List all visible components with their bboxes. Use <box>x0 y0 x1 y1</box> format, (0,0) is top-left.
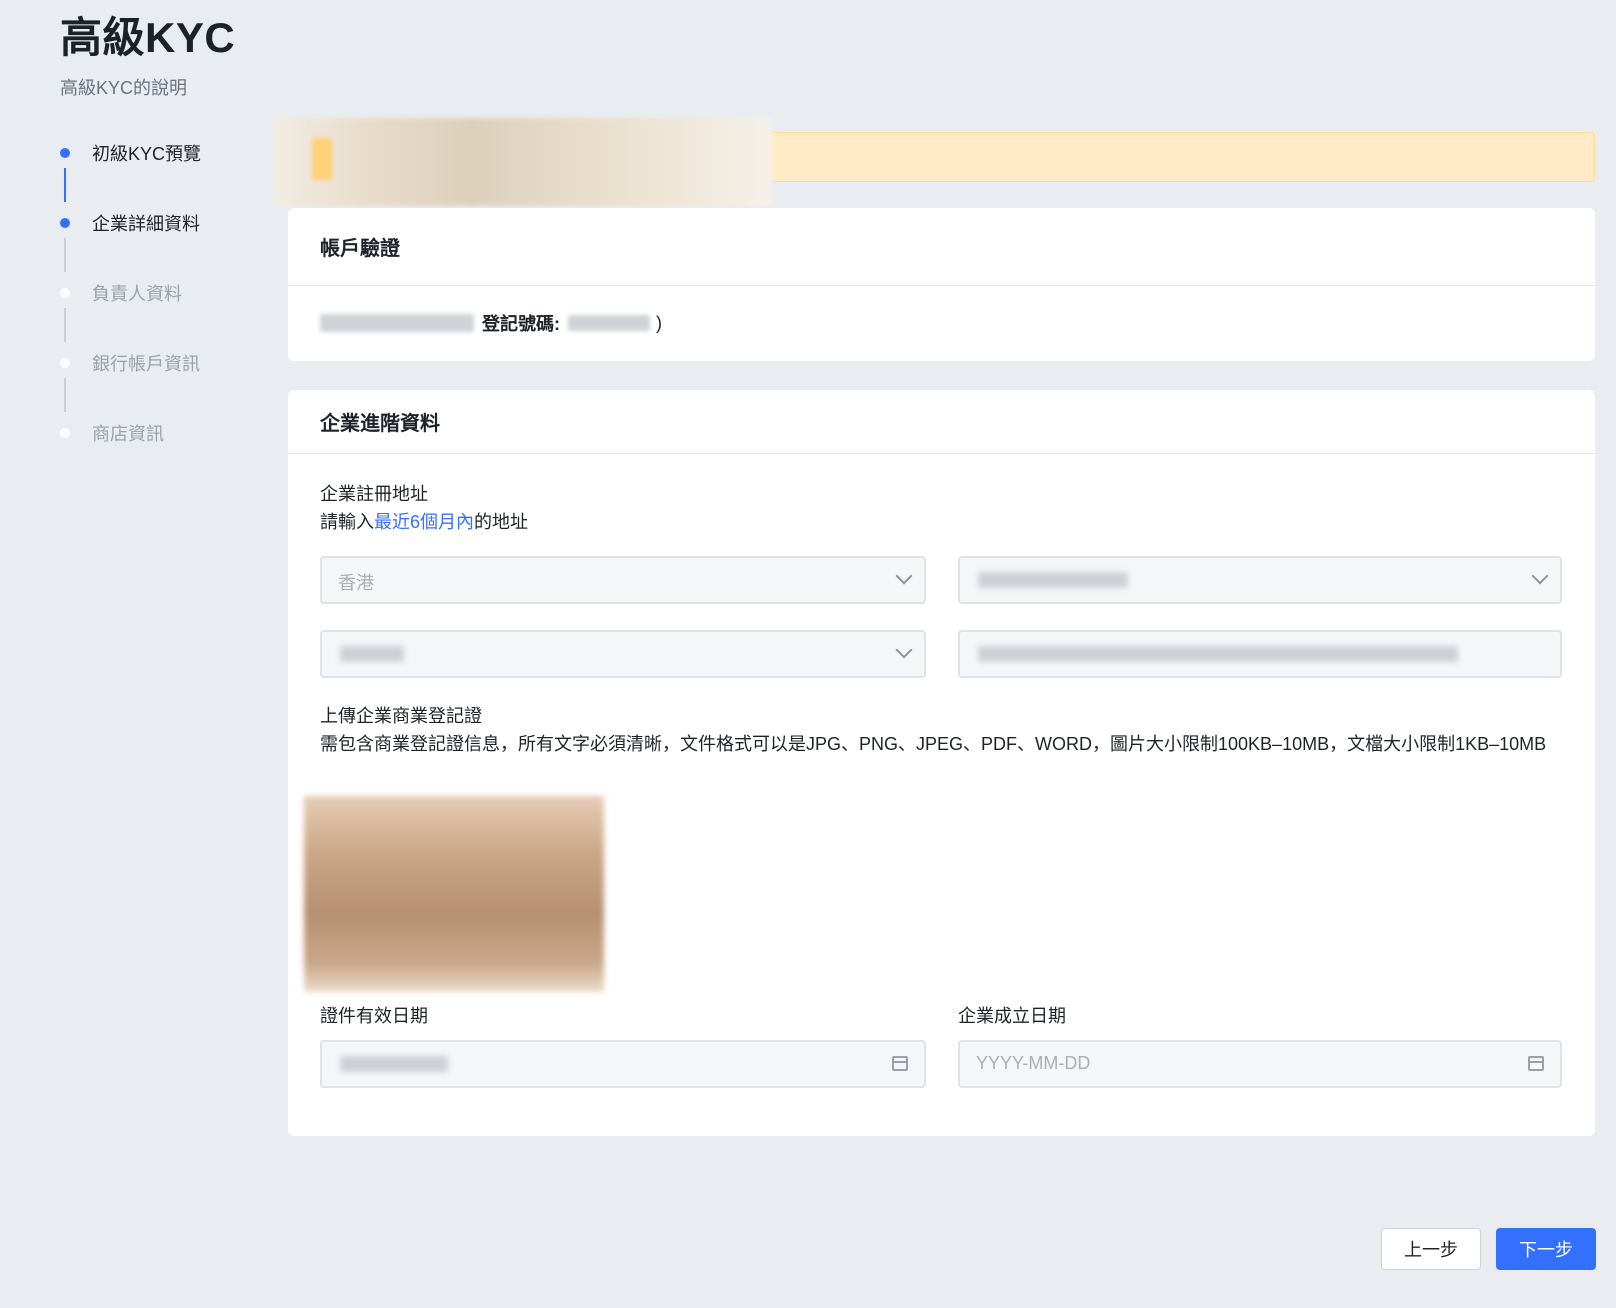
address-hint-suffix: 的地址 <box>474 512 529 532</box>
address-hint-prefix: 請輸入 <box>320 512 374 532</box>
redacted-region <box>978 572 1128 588</box>
step-dot <box>60 428 70 438</box>
step-dot <box>60 358 70 368</box>
step-bank-account[interactable]: 銀行帳戶資訊 <box>50 342 280 412</box>
next-step-button[interactable]: 下一步 <box>1496 1228 1596 1270</box>
previous-step-button[interactable]: 上一步 <box>1381 1228 1481 1270</box>
address-section: 企業註冊地址 請輸入最近6個月內的地址 <box>320 480 528 536</box>
redacted-company-name <box>320 314 474 332</box>
step-basic-kyc-preview[interactable]: 初級KYC預覽 <box>50 132 280 202</box>
upload-hint: 需包含商業登記證信息，所有文字必須清晰，文件格式可以是JPG、PNG、JPEG、… <box>320 734 1547 754</box>
step-label: 商店資訊 <box>92 424 164 444</box>
account-card-title: 帳戶驗證 <box>288 208 1595 286</box>
step-label: 初級KYC預覽 <box>92 144 202 164</box>
district-select[interactable] <box>320 630 926 678</box>
registration-number-label: 登記號碼: <box>482 314 560 334</box>
step-connector <box>64 378 66 412</box>
account-verification-card: 帳戶驗證 登記號碼: ) <box>288 208 1595 361</box>
account-info-row: 登記號碼: ) <box>320 286 1563 360</box>
notice-redacted-text <box>272 118 772 206</box>
cert-expiry-label: 證件有效日期 <box>320 1006 428 1026</box>
address-title: 企業註冊地址 <box>320 484 428 504</box>
address-hint: 請輸入最近6個月內的地址 <box>320 508 528 536</box>
country-select[interactable]: 香港 <box>320 556 926 604</box>
step-label: 負責人資料 <box>92 284 182 304</box>
step-connector <box>64 168 66 202</box>
founding-date-label: 企業成立日期 <box>958 1006 1066 1026</box>
page-title: 高級KYC <box>60 14 236 61</box>
redacted-expiry-date <box>340 1056 448 1072</box>
upload-section: 上傳企業商業登記證 需包含商業登記證信息，所有文字必須清晰，文件格式可以是JPG… <box>320 702 1560 758</box>
step-label: 銀行帳戶資訊 <box>92 354 200 374</box>
step-dot <box>60 288 70 298</box>
step-responsible-person[interactable]: 負責人資料 <box>50 272 280 342</box>
step-label: 企業詳細資料 <box>92 214 200 234</box>
calendar-icon <box>1528 1056 1544 1071</box>
step-dot <box>60 218 70 228</box>
region-select[interactable] <box>958 556 1562 604</box>
step-store-info[interactable]: 商店資訊 <box>50 412 280 482</box>
redacted-registration-number <box>568 315 650 331</box>
step-dot <box>60 148 70 158</box>
step-connector <box>64 308 66 342</box>
redacted-district <box>340 646 404 662</box>
chevron-down-icon <box>895 567 913 585</box>
uploaded-certificate-thumbnail[interactable] <box>304 796 604 992</box>
country-value: 香港 <box>338 573 374 593</box>
calendar-icon <box>892 1056 908 1071</box>
close-paren: ) <box>656 312 662 333</box>
redacted-street-address <box>978 646 1458 662</box>
step-company-details[interactable]: 企業詳細資料 <box>50 202 280 272</box>
company-card-title: 企業進階資料 <box>288 390 1595 454</box>
step-connector <box>64 238 66 272</box>
upload-title: 上傳企業商業登記證 <box>320 706 482 726</box>
cert-expiry-date-picker[interactable] <box>320 1040 926 1088</box>
kyc-stepper: 初級KYC預覽 企業詳細資料 負責人資料 銀行帳戶資訊 商店資訊 <box>50 132 280 482</box>
street-address-input[interactable] <box>958 630 1562 678</box>
address-hint-link: 最近6個月內 <box>374 512 475 532</box>
page-subtitle: 高級KYC的說明 <box>60 78 188 98</box>
chevron-down-icon <box>895 641 913 659</box>
chevron-down-icon <box>1531 567 1549 585</box>
advanced-company-info-card: 企業進階資料 企業註冊地址 請輸入最近6個月內的地址 香港 上傳企業商業登記證 … <box>288 390 1595 1136</box>
founding-date-placeholder: YYYY-MM-DD <box>976 1053 1091 1073</box>
notice-icon <box>312 138 332 180</box>
founding-date-picker[interactable]: YYYY-MM-DD <box>958 1040 1562 1088</box>
